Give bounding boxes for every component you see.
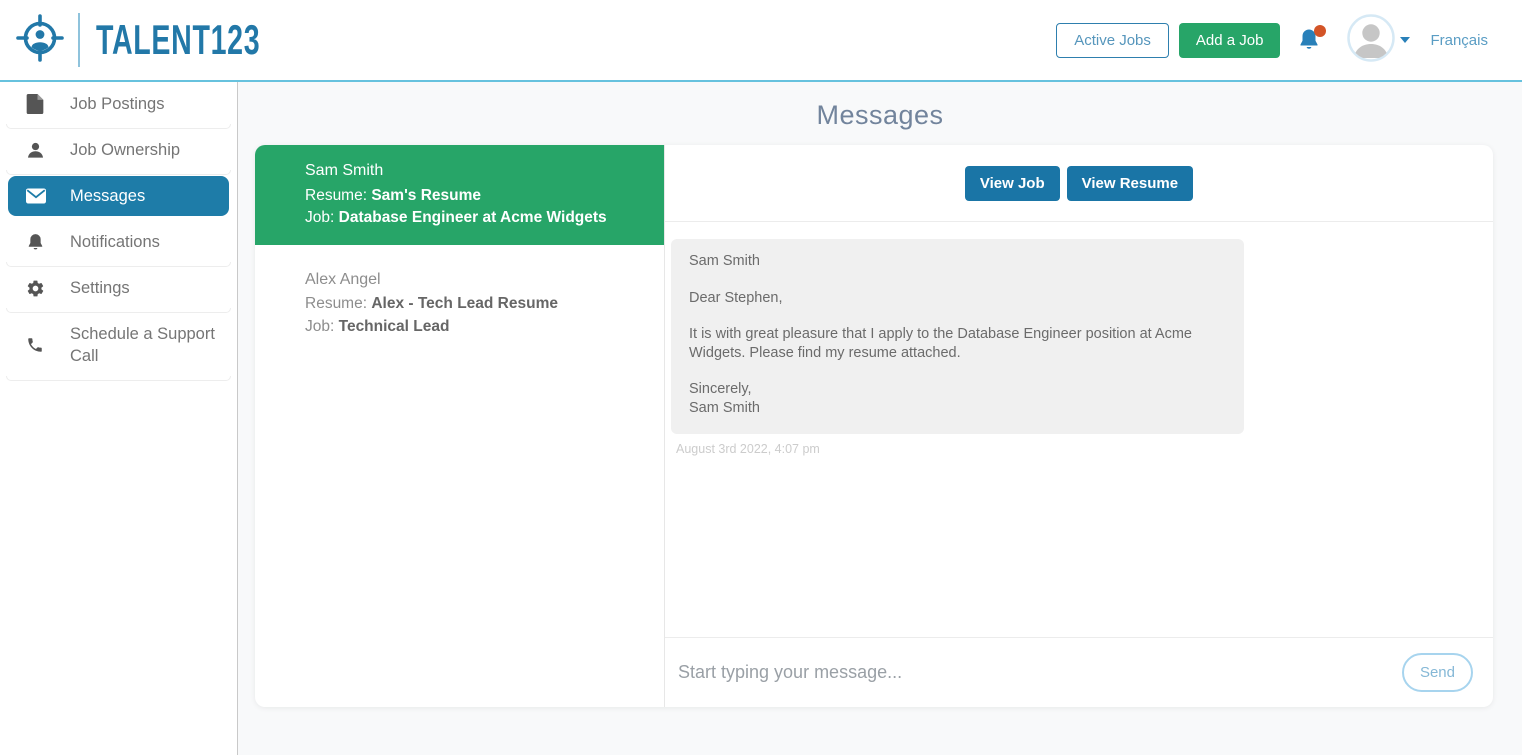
sidebar-divider: [6, 124, 231, 129]
sidebar-item-label: Schedule a Support Call: [70, 323, 215, 367]
notification-badge-dot: [1314, 25, 1326, 37]
message-timestamp: August 3rd 2022, 4:07 pm: [676, 442, 1493, 456]
sidebar-item-label: Messages: [70, 185, 145, 207]
job-value: Technical Lead: [339, 318, 450, 335]
resume-value: Sam's Resume: [371, 187, 481, 204]
header-notifications-bell-icon[interactable]: [1297, 26, 1323, 54]
conversation-resume-line: Resume: Sam's Resume: [305, 185, 640, 208]
sidebar-divider: [6, 170, 231, 175]
send-button[interactable]: Send: [1402, 653, 1473, 692]
conversation-job-line: Job: Database Engineer at Acme Widgets: [305, 207, 640, 230]
chevron-down-icon: [1400, 37, 1410, 43]
add-job-button[interactable]: Add a Job: [1179, 23, 1281, 58]
gear-icon: [26, 278, 46, 298]
user-avatar-menu[interactable]: [1347, 14, 1410, 67]
conversation-name: Sam Smith: [305, 160, 640, 183]
sidebar-item-label: Job Ownership: [70, 139, 180, 161]
message-input[interactable]: [678, 662, 1402, 683]
active-jobs-button[interactable]: Active Jobs: [1056, 23, 1169, 58]
main-content: Messages Sam Smith Resume: Sam's Resume …: [238, 82, 1522, 755]
chat-input-bar: Send: [665, 637, 1493, 707]
conversation-item-alex-angel[interactable]: Alex Angel Resume: Alex - Tech Lead Resu…: [255, 245, 664, 355]
sidebar-item-label: Settings: [70, 277, 130, 299]
person-icon: [26, 140, 46, 160]
target-person-logo-icon: [16, 14, 64, 67]
chat-panel: View Job View Resume Sam Smith Dear Step…: [665, 145, 1493, 707]
sidebar-item-messages[interactable]: Messages: [8, 176, 229, 216]
sidebar-item-label: Notifications: [70, 231, 160, 253]
brand-name: TALENT123: [96, 16, 260, 64]
message-sender: Sam Smith: [689, 252, 1226, 271]
message-body: It is with great pleasure that I apply t…: [689, 325, 1226, 362]
sidebar-divider: [6, 308, 231, 313]
phone-icon: [26, 335, 46, 355]
message-closing: Sincerely,: [689, 380, 1226, 399]
resume-label: Resume:: [305, 295, 367, 312]
header-actions: Active Jobs Add a Job: [1056, 14, 1488, 67]
sidebar-divider: [6, 376, 231, 381]
messages-card: Sam Smith Resume: Sam's Resume Job: Data…: [255, 145, 1493, 707]
top-header: TALENT123 Active Jobs Add a Job: [0, 0, 1522, 82]
brand-logo[interactable]: TALENT123: [16, 13, 338, 67]
chat-header: View Job View Resume: [665, 145, 1493, 222]
job-label: Job:: [305, 318, 334, 335]
chat-message-area: Sam Smith Dear Stephen, It is with great…: [665, 222, 1493, 637]
sidebar-item-settings[interactable]: Settings: [0, 268, 237, 308]
brand-divider: [78, 13, 80, 67]
talent123-app: TALENT123 Active Jobs Add a Job: [0, 0, 1522, 755]
sidebar-item-notifications[interactable]: Notifications: [0, 222, 237, 262]
sidebar-divider: [6, 262, 231, 267]
message-signature: Sam Smith: [689, 399, 1226, 418]
sidebar-item-job-ownership[interactable]: Job Ownership: [0, 130, 237, 170]
sidebar-item-job-postings[interactable]: Job Postings: [0, 84, 237, 124]
envelope-icon: [26, 186, 46, 206]
job-label: Job:: [305, 209, 334, 226]
conversation-list: Sam Smith Resume: Sam's Resume Job: Data…: [255, 145, 665, 707]
sidebar-item-label: Job Postings: [70, 93, 164, 115]
message-greeting: Dear Stephen,: [689, 289, 1226, 308]
conversation-item-sam-smith[interactable]: Sam Smith Resume: Sam's Resume Job: Data…: [255, 145, 664, 245]
language-toggle-francais[interactable]: Français: [1430, 32, 1488, 49]
file-icon: [26, 94, 46, 114]
bell-icon: [26, 232, 46, 252]
job-value: Database Engineer at Acme Widgets: [339, 209, 607, 226]
avatar: [1347, 14, 1395, 67]
resume-label: Resume:: [305, 187, 367, 204]
view-resume-button[interactable]: View Resume: [1067, 166, 1193, 201]
conversation-name: Alex Angel: [305, 269, 640, 292]
conversation-job-line: Job: Technical Lead: [305, 316, 640, 339]
conversation-resume-line: Resume: Alex - Tech Lead Resume: [305, 293, 640, 316]
sidebar-item-schedule-support-call[interactable]: Schedule a Support Call: [0, 314, 237, 376]
sidebar: Job Postings Job Ownership: [0, 82, 238, 755]
resume-value: Alex - Tech Lead Resume: [371, 295, 558, 312]
message-bubble: Sam Smith Dear Stephen, It is with great…: [671, 239, 1244, 434]
view-job-button[interactable]: View Job: [965, 166, 1060, 201]
page-title: Messages: [238, 100, 1522, 131]
